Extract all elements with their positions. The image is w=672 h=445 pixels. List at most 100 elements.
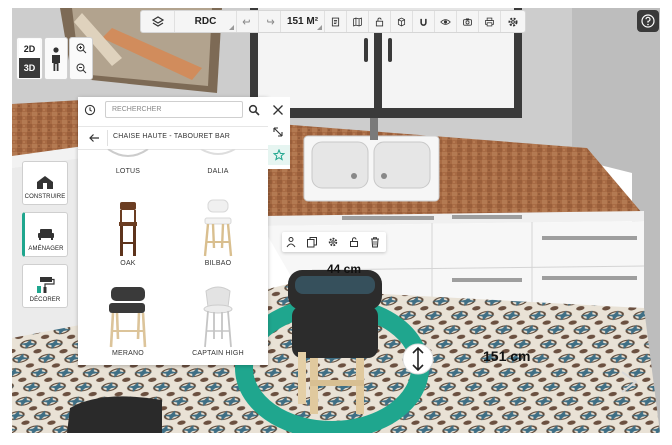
construire-button[interactable]: CONSTRUIRE (22, 161, 68, 205)
catalog-panel: RECHERCHER CHAISE HAUTE - TABOURET BAR L… (78, 97, 268, 365)
depth-dimension-label: 44 cm (327, 262, 362, 276)
item-label: CAPTAIN HIGH (192, 350, 244, 357)
search-icon (248, 104, 260, 116)
visibility-button[interactable] (435, 11, 457, 32)
search-row: RECHERCHER (78, 97, 268, 123)
copy-icon (307, 237, 318, 248)
object-settings-button[interactable] (327, 235, 341, 249)
app-window: 44 cm 151 cm RDC 151 M² 2D 3D CONSTRUIRE… (0, 0, 672, 445)
zoom-controls (69, 37, 93, 80)
magnet-button[interactable] (413, 11, 435, 32)
mode-2d-button[interactable]: 2D (19, 39, 40, 59)
history-button[interactable] (84, 103, 98, 117)
catalog-item-dalia[interactable]: DALIA (174, 149, 262, 181)
paint-roller-icon (37, 277, 55, 293)
catalog-item-merano[interactable]: MERANO (84, 281, 172, 361)
trash-icon (370, 237, 379, 248)
category-breadcrumb: CHAISE HAUTE - TABOURET BAR (78, 126, 268, 150)
gear-icon (328, 237, 338, 247)
construire-label: CONSTRUIRE (24, 194, 66, 200)
captain-high-stool-thumbnail (203, 286, 233, 348)
duplicate-button[interactable] (306, 235, 320, 249)
dalia-thumbnail (200, 149, 236, 155)
floor-plan-button[interactable] (141, 11, 175, 32)
panel-controls (268, 97, 290, 169)
gear-icon (508, 17, 518, 26)
redo-icon (267, 18, 275, 25)
amenager-button[interactable]: AMÉNAGER (22, 212, 68, 257)
question-icon (641, 14, 655, 28)
close-icon (273, 105, 283, 115)
item-label: BILBAO (204, 260, 232, 267)
camera-icon (463, 17, 472, 26)
catalog-item-captain-high[interactable]: CAPTAIN HIGH (174, 281, 262, 361)
merano-stool-thumbnail (109, 287, 147, 348)
zoom-out-icon (76, 63, 86, 73)
sofa-icon (38, 229, 54, 240)
lock-button[interactable] (369, 11, 391, 32)
person-view-button[interactable] (44, 37, 68, 80)
decorer-button[interactable]: DÉCORER (22, 264, 68, 308)
unlock-icon (349, 237, 358, 247)
map-icon (353, 17, 362, 26)
area-label: 151 M² (286, 16, 319, 27)
search-input[interactable]: RECHERCHER (105, 101, 243, 118)
zoom-in-icon (76, 43, 86, 53)
category-title: CHAISE HAUTE - TABOURET BAR (113, 133, 231, 140)
person-icon (52, 46, 60, 71)
oak-stool-thumbnail (119, 202, 137, 256)
level-label: RDC (194, 16, 217, 27)
catalog-item-lotus[interactable]: LOTUS (84, 149, 172, 181)
back-button[interactable] (88, 131, 102, 145)
item-label: OAK (120, 260, 136, 267)
object-view-button[interactable] (285, 235, 299, 249)
area-button[interactable]: 151 M² (281, 11, 325, 32)
search-button[interactable] (248, 103, 262, 117)
undo-button[interactable] (237, 11, 259, 32)
undo-icon (242, 18, 250, 25)
catalog-item-oak[interactable]: OAK (84, 192, 172, 272)
view-mode-toggle: 2D 3D (16, 37, 43, 80)
bilbao-stool-thumbnail (203, 199, 233, 257)
zoom-in-button[interactable] (70, 38, 92, 58)
settings-button[interactable] (501, 11, 525, 32)
stack-layers-icon (151, 15, 164, 27)
delete-button[interactable] (369, 235, 383, 249)
print-button[interactable] (479, 11, 501, 32)
camera-button[interactable] (457, 11, 479, 32)
redo-button[interactable] (259, 11, 281, 32)
lotus-thumbnail (107, 149, 149, 157)
catalog-list-button[interactable] (325, 11, 347, 32)
help-button[interactable] (637, 10, 659, 32)
arrow-left-icon (89, 134, 99, 142)
item-label: DALIA (207, 168, 229, 175)
level-selector[interactable]: RDC (175, 11, 237, 32)
map-button[interactable] (347, 11, 369, 32)
item-label: LOTUS (115, 168, 141, 175)
close-panel-button[interactable] (272, 103, 286, 117)
unlock-icon (375, 17, 384, 26)
catalog-item-bilbao[interactable]: BILBAO (174, 192, 262, 272)
eye-icon (440, 18, 451, 25)
magnet-icon (420, 18, 427, 26)
favorite-button[interactable] (268, 145, 290, 165)
dropdown-corner-icon (317, 25, 322, 30)
height-dimension-label: 151 cm (483, 348, 531, 364)
mode-3d-button[interactable]: 3D (19, 58, 40, 78)
dropdown-corner-icon (229, 25, 234, 30)
object-actions-toolbar (282, 232, 386, 252)
cube-icon (397, 17, 406, 26)
expand-icon (273, 127, 283, 137)
object-lock-button[interactable] (348, 235, 362, 249)
zoom-out-button[interactable] (70, 58, 92, 78)
house-icon (37, 176, 53, 189)
clock-icon (84, 104, 96, 116)
expand-panel-button[interactable] (272, 125, 286, 139)
printer-icon (485, 17, 494, 26)
decorer-label: DÉCORER (29, 297, 61, 303)
list-document-icon (331, 17, 340, 26)
item-label: MERANO (112, 350, 144, 357)
3d-box-button[interactable] (391, 11, 413, 32)
star-icon (273, 149, 285, 161)
top-toolbar: RDC 151 M² (140, 10, 526, 33)
